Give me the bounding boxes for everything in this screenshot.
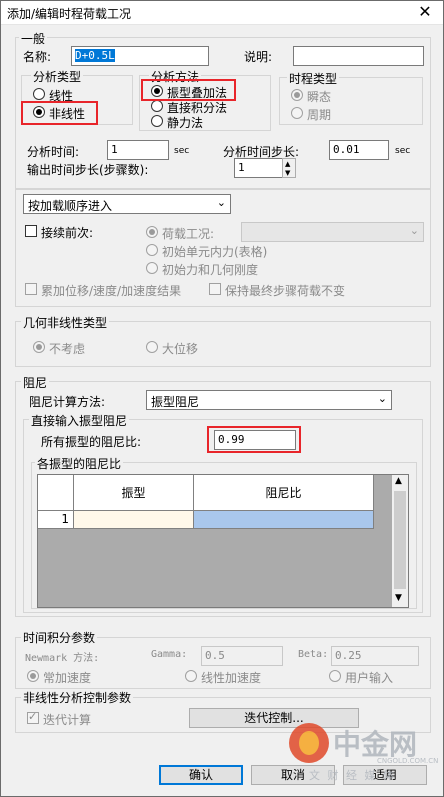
continue-checkbox[interactable] [25,225,37,237]
analysis-time-label: 分析时间: [27,145,80,159]
watermark-sub: 文 财 经 媒 体 [309,769,396,782]
scroll-down-icon[interactable]: ▼ [395,593,402,603]
analysis-type-label: 分析类型 [31,68,84,85]
output-step-label: 输出时间步长(步骤数): [27,163,149,177]
radio-direct-integration[interactable] [151,100,163,112]
table-header-ratio[interactable]: 阻尼比 [194,475,374,511]
highlight-modal-superposition [141,79,236,101]
highlight-all-modes [207,426,301,453]
time-step-unit: sec [395,146,411,156]
description-field[interactable] [293,46,424,66]
time-step-field[interactable]: 0.01 [329,140,389,160]
sequence-select-value: 按加载顺序进入 [28,199,113,213]
table-cell-mode[interactable] [74,511,194,529]
beta-label: Beta: [298,649,329,660]
gamma-field[interactable]: 0.5 [201,646,283,666]
chevron-down-icon: ⌄ [377,392,387,405]
radio-init-force-label: 初始单元内力(表格) [162,245,268,259]
radio-init-stiffness[interactable] [146,262,158,274]
close-icon[interactable]: ✕ [415,3,435,21]
radio-constant-acceleration[interactable] [27,670,39,682]
iteration-checkbox[interactable] [27,710,39,724]
watermark-logo-inner [299,731,319,755]
table-scrollbar[interactable]: ▲ ▼ [392,475,408,607]
radio-load-case[interactable] [146,226,158,238]
window-title: 添加/编辑时程荷载工况 [7,7,132,21]
radio-no-geometric[interactable] [33,341,45,353]
general-group-label: 一般 [19,30,48,47]
nonlinear-control-label: 非线性分析控制参数 [21,689,134,706]
radio-user-input-label: 用户输入 [345,671,394,685]
damping-method-select[interactable]: 振型阻尼 ⌄ [146,390,392,410]
spin-down-icon[interactable]: ▼ [285,169,290,177]
table-cell-ratio[interactable] [194,511,374,529]
newmark-label: Newmark 方法: [25,653,100,664]
scroll-thumb[interactable] [394,491,406,589]
ok-button[interactable]: 确认 [159,765,243,785]
table-header-mode[interactable]: 振型 [74,475,194,511]
watermark: 中金网 CNGOLD.COM.CN 文 财 经 媒 体 [289,721,439,791]
highlight-nonlinear [21,101,98,125]
radio-init-force[interactable] [146,244,158,256]
radio-periodic-label: 周期 [307,108,332,122]
radio-transient-label: 瞬态 [307,90,332,104]
scroll-up-icon[interactable]: ▲ [395,476,402,486]
load-case-select[interactable]: ⌄ [241,222,424,242]
radio-linear[interactable] [33,88,45,100]
geometric-nonlinear-label: 几何非线性类型 [21,314,110,331]
radio-linear-acceleration-label: 线性加速度 [201,671,262,685]
damping-table: 振型 阻尼比 1 ▲ ▼ [37,474,409,608]
chevron-down-icon: ⌄ [409,224,419,237]
spin-up-icon[interactable]: ▲ [285,160,290,168]
damping-label: 阻尼 [21,374,50,391]
description-label: 说明: [244,50,273,64]
cumulative-checkbox[interactable] [25,283,37,295]
damping-method-value: 振型阻尼 [151,395,200,409]
radio-periodic[interactable] [291,107,303,119]
time-integration-label: 时间积分参数 [21,629,98,646]
title-bar: 添加/编辑时程荷载工况 ✕ [1,1,443,25]
radio-constant-acceleration-label: 常加速度 [43,671,92,685]
radio-static[interactable] [151,115,163,127]
radio-linear-acceleration[interactable] [185,670,197,682]
direct-damping-label: 直接输入振型阻尼 [29,412,130,429]
name-value: D+0.5L [75,49,115,62]
continue-label: 接续前次: [41,226,94,240]
name-label: 名称: [23,50,52,64]
radio-transient[interactable] [291,89,303,101]
radio-large-displacement-label: 大位移 [162,342,199,356]
iteration-label: 迭代计算 [43,713,92,727]
radio-large-displacement[interactable] [146,341,158,353]
time-type-label: 时程类型 [287,70,340,87]
keep-final-checkbox[interactable] [209,283,221,295]
table-corner [38,475,74,511]
each-mode-label: 各振型的阻尼比 [35,455,124,472]
gamma-label: Gamma: [151,649,188,660]
radio-static-label: 静力法 [167,116,204,130]
analysis-time-field[interactable]: 1 [107,140,169,160]
beta-field[interactable]: 0.25 [331,646,419,666]
output-step-spinner[interactable]: ▲ ▼ [282,158,296,178]
radio-user-input[interactable] [329,670,341,682]
watermark-logo-icon [289,723,329,763]
sequence-select[interactable]: 按加载顺序进入 ⌄ [23,194,231,214]
watermark-url: CNGOLD.COM.CN [377,757,439,765]
radio-no-geometric-label: 不考虑 [49,342,86,356]
analysis-time-unit: sec [174,146,190,156]
dialog-window: 添加/编辑时程荷载工况 ✕ 一般 名称: D+0.5L 说明: 分析类型 线性 … [0,0,444,797]
chevron-down-icon: ⌄ [216,196,226,209]
table-row-index: 1 [38,511,74,529]
name-field[interactable]: D+0.5L [71,46,209,66]
radio-load-case-label: 荷载工况: [162,227,215,241]
radio-init-stiffness-label: 初始力和几何刚度 [162,263,259,277]
keep-final-label: 保持最终步骤荷载不变 [225,284,346,298]
damping-method-label: 阻尼计算方法: [29,395,106,409]
cumulative-label: 累加位移/速度/加速度结果 [41,284,182,298]
all-modes-label: 所有振型的阻尼比: [41,435,142,449]
